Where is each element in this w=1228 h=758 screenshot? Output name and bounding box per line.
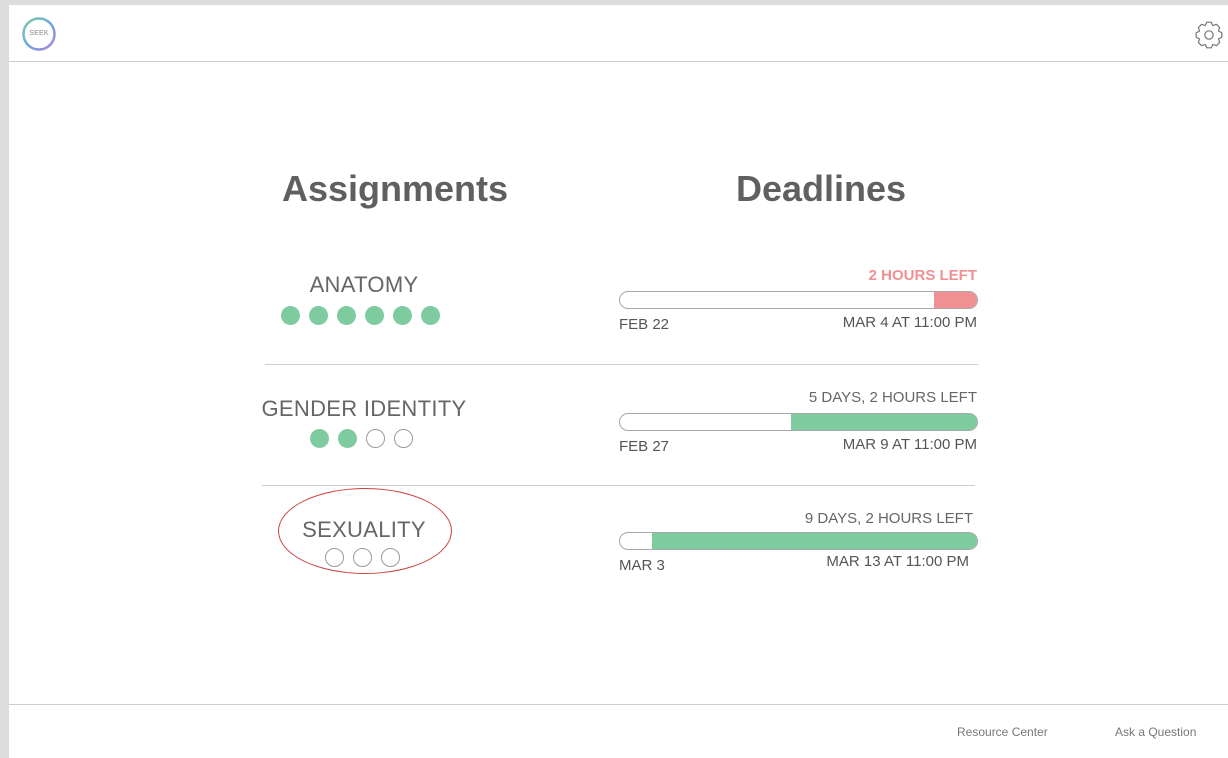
time-left: 9 DAYS, 2 HOURS LEFT xyxy=(804,510,973,527)
start-date: MAR 3 xyxy=(619,557,665,574)
window-left-border xyxy=(0,0,9,758)
remaining-time-fill xyxy=(934,292,977,308)
due-date: MAR 4 AT 11:00 PM xyxy=(842,314,977,331)
deadline-progress-bar xyxy=(619,413,978,431)
header-divider xyxy=(9,61,1228,62)
due-date: MAR 13 AT 11:00 PM xyxy=(826,553,969,570)
due-date: MAR 9 AT 11:00 PM xyxy=(842,436,977,453)
completed-dot xyxy=(393,306,412,325)
row-divider xyxy=(265,364,978,365)
assignments-heading: Assignments xyxy=(282,168,509,209)
incomplete-dot xyxy=(353,548,372,567)
start-date: FEB 22 xyxy=(619,316,670,333)
deadline-progress-bar xyxy=(619,291,978,309)
logo-text: SEEK xyxy=(29,30,49,37)
incomplete-dot xyxy=(394,429,413,448)
completed-dot xyxy=(365,306,384,325)
deadline-progress-bar xyxy=(619,532,978,550)
incomplete-dot xyxy=(325,548,344,567)
completed-dot xyxy=(281,306,300,325)
progress-dots xyxy=(281,306,440,325)
resource-center-link[interactable]: Resource Center xyxy=(957,725,1048,739)
row-divider xyxy=(262,485,975,486)
completed-dot xyxy=(421,306,440,325)
incomplete-dot xyxy=(381,548,400,567)
time-left: 2 HOURS LEFT xyxy=(868,267,977,284)
incomplete-dot xyxy=(366,429,385,448)
gear-icon[interactable] xyxy=(1194,20,1224,50)
remaining-time-fill xyxy=(652,533,977,549)
deadlines-heading: Deadlines xyxy=(736,168,907,209)
progress-dots xyxy=(310,429,413,448)
completed-dot xyxy=(310,429,329,448)
time-left: 5 DAYS, 2 HOURS LEFT xyxy=(808,389,977,406)
footer-divider xyxy=(9,704,1228,705)
progress-dots xyxy=(325,548,400,567)
completed-dot xyxy=(337,306,356,325)
assignment-name-sexuality[interactable]: SEXUALITY xyxy=(264,517,464,543)
start-date: FEB 27 xyxy=(619,438,670,455)
window-top-border xyxy=(0,0,1228,5)
completed-dot xyxy=(338,429,357,448)
completed-dot xyxy=(309,306,328,325)
assignment-name-gender-identity[interactable]: GENDER IDENTITY xyxy=(244,396,484,422)
remaining-time-fill xyxy=(791,414,977,430)
ask-question-link[interactable]: Ask a Question xyxy=(1115,725,1196,739)
assignment-name-anatomy[interactable]: ANATOMY xyxy=(264,272,464,298)
